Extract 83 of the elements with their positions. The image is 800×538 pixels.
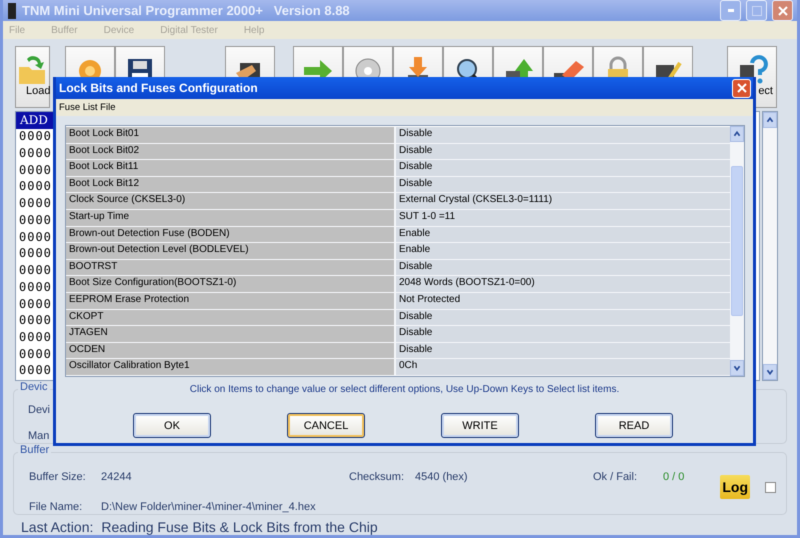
minimize-icon — [728, 9, 734, 12]
fuse-value-cell[interactable]: Disable — [396, 160, 730, 176]
status-label: Last Action: — [21, 519, 94, 535]
fuse-name-cell[interactable]: Boot Lock Bit12 — [66, 176, 396, 192]
dialog-title: Lock Bits and Fuses Configuration — [59, 81, 258, 95]
fuse-name-cell[interactable]: Boot Lock Bit02 — [66, 144, 396, 160]
fuse-value-cell[interactable]: Enable — [396, 226, 730, 242]
address-cell-text: 0000 — [18, 179, 53, 196]
fuse-name-cell[interactable]: Boot Lock Bit11 — [66, 160, 396, 176]
field-value: 4540 (hex) — [415, 471, 469, 484]
close-icon — [778, 6, 788, 16]
address-cell-text: 0000 — [18, 162, 53, 179]
menu-item[interactable]: Fuse List File — [59, 102, 116, 113]
address-cell-text: 0000 — [18, 246, 53, 262]
address-cell-text: 0000 — [18, 230, 53, 246]
address-cell-text: 0000 — [18, 363, 53, 380]
field-value: 0 / 0 — [663, 471, 686, 484]
fuse-name-cell[interactable]: Brown-out Detection Fuse (BODEN) — [66, 226, 396, 242]
hint-text: Click on Items to change value or select different options, Use Up-Down Keys to Select list items. — [188, 384, 620, 395]
dialog-button[interactable]: WRITE — [441, 413, 519, 438]
field-label: Man — [28, 430, 50, 442]
fuse-value-cell[interactable]: Disable — [396, 176, 730, 192]
fuse-name-cell[interactable]: OCDEN — [66, 342, 396, 358]
fuse-name-cell[interactable]: EEPROM Erase Protection — [66, 292, 396, 309]
fuse-value-cell[interactable]: SUT 1-0 =11 — [396, 210, 730, 226]
fuse-value-cell[interactable]: Disable — [396, 127, 730, 143]
address-cell-text: 0000 — [18, 129, 53, 146]
maximize-icon — [752, 6, 762, 16]
scrollbar[interactable] — [730, 126, 744, 376]
fuse-value-cell[interactable]: Disable — [396, 260, 730, 276]
field-label: Buffer Size: — [29, 471, 87, 484]
fuse-name-cell[interactable]: CKOPT — [66, 310, 396, 326]
fuse-name-cell[interactable]: Oscillator Calibration Byte1 — [66, 359, 396, 375]
scroll-down-icon[interactable] — [730, 360, 744, 376]
fuse-value-cell[interactable]: 0Ch — [396, 359, 730, 375]
group-title: Devic — [18, 381, 50, 394]
scroll-up-icon[interactable] — [763, 112, 777, 128]
field-label: Ok / Fail: — [593, 471, 638, 484]
address-cell-text: 0000 — [18, 212, 53, 229]
scrollbar[interactable] — [762, 111, 778, 382]
fuse-value-cell[interactable]: External Crystal (CKSEL3-0=1111) — [396, 193, 730, 209]
fuse-value-cell[interactable]: Not Protected — [396, 292, 730, 309]
address-cell-text: 0000 — [18, 346, 53, 363]
fuse-value-cell[interactable]: Disable — [396, 326, 730, 342]
fuse-value-cell[interactable]: Disable — [396, 310, 730, 326]
address-cell-text: 0000 — [18, 263, 53, 280]
dialog-button[interactable]: OK — [133, 413, 211, 438]
fuse-name-cell[interactable]: Boot Size Configuration(BOOTSZ1-0) — [66, 276, 396, 292]
field-label: Devi — [28, 404, 52, 416]
address-cell-text: 0000 — [18, 313, 53, 330]
address-cell-text: 0000 — [18, 146, 53, 162]
close-button[interactable] — [772, 0, 793, 22]
chip-icon — [7, 2, 17, 19]
dialog-button[interactable]: READ — [595, 413, 673, 438]
scroll-down-icon[interactable] — [763, 364, 777, 380]
fuse-name-cell[interactable]: Boot Lock Bit01 — [66, 127, 396, 143]
field-value: 24244 — [101, 471, 133, 484]
fuse-name-cell[interactable]: Start-up Time — [66, 210, 396, 226]
fuse-name-cell[interactable]: Brown-out Detection Level (BODLEVEL) — [66, 243, 396, 259]
close-icon — [736, 83, 746, 93]
fuse-value-cell[interactable]: Disable — [396, 144, 730, 160]
fuse-value-cell[interactable]: Enable — [396, 243, 730, 259]
fuse-name-cell[interactable]: JTAGEN — [66, 326, 396, 342]
toolbar-button[interactable]: Load — [15, 46, 50, 108]
field-label: Checksum: — [349, 471, 406, 484]
status-text: Reading Fuse Bits & Lock Bits from the Chip — [101, 519, 378, 535]
group-title: Buffer — [18, 444, 52, 456]
address-cell-text: 0000 — [18, 330, 53, 346]
dialog-button[interactable]: CANCEL — [287, 413, 365, 438]
field-value: D:\New Folder\miner-4\miner-4\miner_4.hex — [101, 501, 317, 514]
column-header: ADD — [16, 112, 56, 130]
field-label: File Name: — [29, 501, 84, 514]
scroll-up-icon[interactable] — [730, 126, 744, 142]
fuse-value-cell[interactable]: 2048 Words (BOOTSZ1-0=00) — [396, 276, 730, 292]
fuse-name-cell[interactable]: BOOTRST — [66, 260, 396, 276]
address-cell-text: 0000 — [18, 196, 53, 212]
address-cell-text: 0000 — [18, 296, 53, 313]
fuse-name-cell[interactable]: Clock Source (CKSEL3-0) — [66, 193, 396, 209]
log-checkbox[interactable] — [765, 482, 776, 494]
address-cell-text: 0000 — [18, 280, 53, 296]
window-title: TNM Mini Universal Programmer 2000+ Version 8.88 — [22, 3, 351, 18]
fuse-value-cell[interactable]: Disable — [396, 342, 730, 358]
log-button[interactable]: Log — [720, 475, 750, 500]
